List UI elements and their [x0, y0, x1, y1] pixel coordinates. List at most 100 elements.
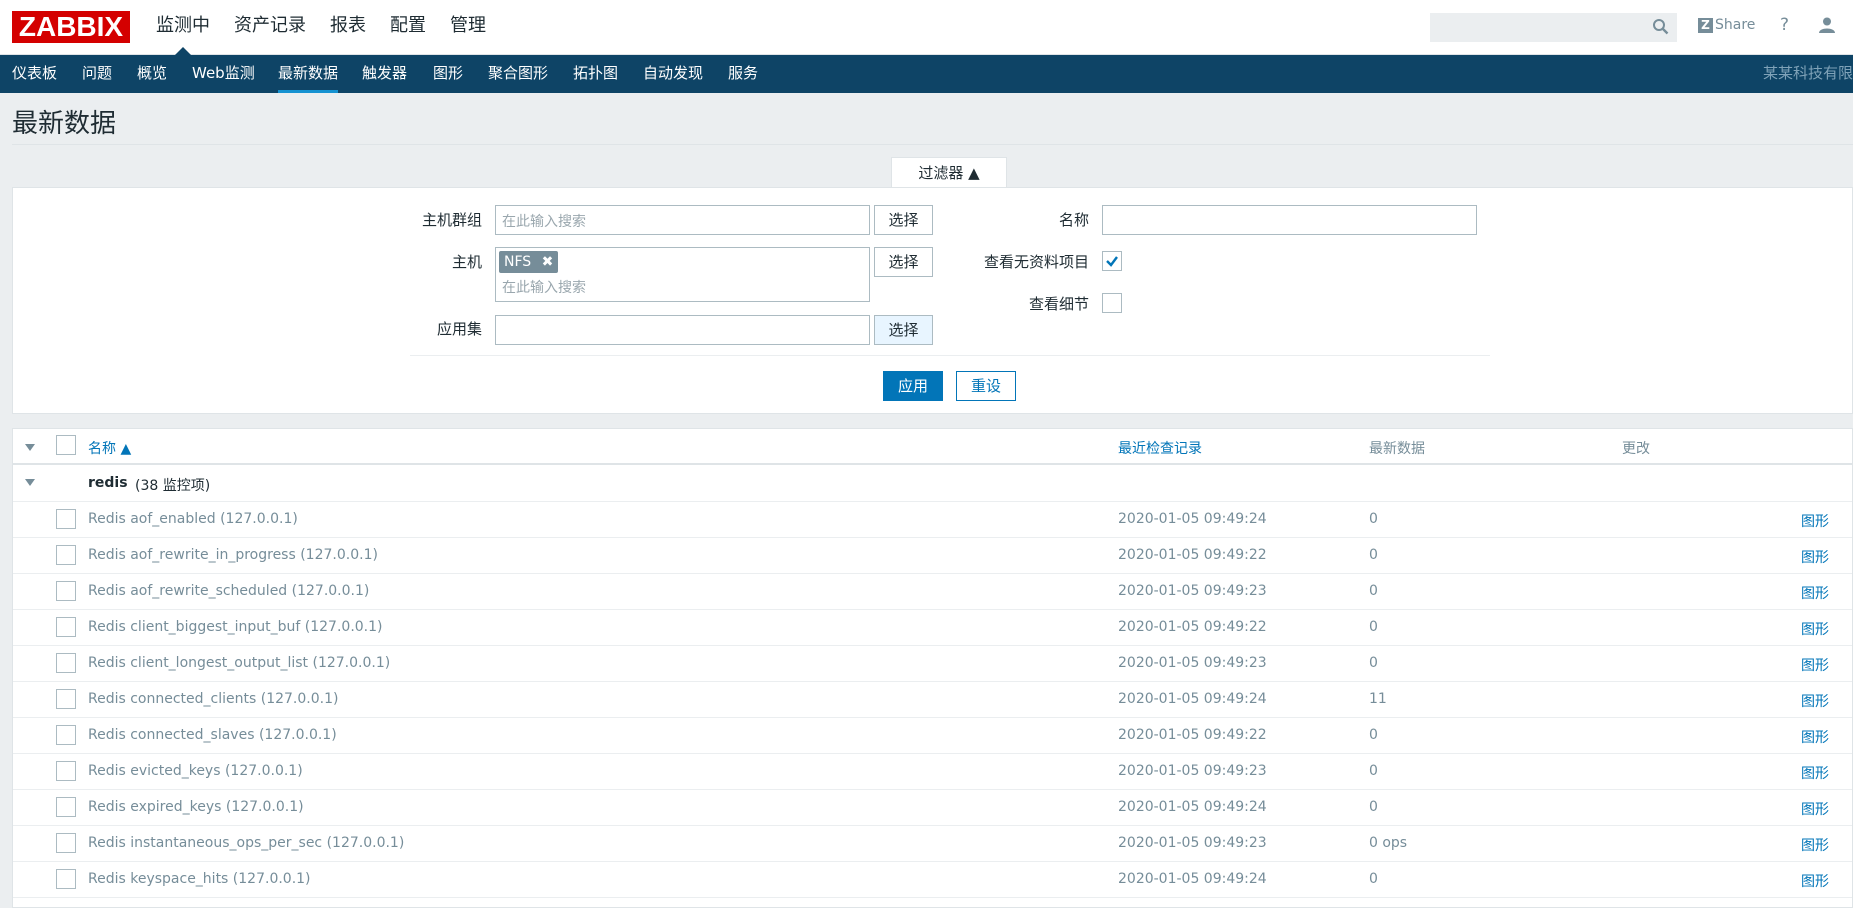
reset-button[interactable]: 重设	[956, 371, 1016, 401]
item-last-value: 0	[1369, 871, 1378, 887]
row-checkbox[interactable]	[56, 581, 76, 601]
item-last-check: 2020-01-05 09:49:24	[1118, 511, 1267, 527]
item-last-value: 0	[1369, 727, 1378, 743]
item-last-value: 0	[1369, 511, 1378, 527]
row-checkbox[interactable]	[56, 869, 76, 889]
item-graph-link[interactable]: 图形	[1801, 835, 1829, 855]
host-group-input[interactable]: 在此输入搜索	[495, 205, 870, 235]
application-input[interactable]	[495, 315, 870, 345]
main-menu-reports[interactable]: 报表	[330, 0, 366, 55]
name-input[interactable]	[1102, 205, 1477, 235]
row-checkbox[interactable]	[56, 653, 76, 673]
subnav-problems[interactable]: 问题	[82, 55, 112, 93]
host-search-placeholder[interactable]: 在此输入搜索	[499, 277, 866, 297]
apply-button[interactable]: 应用	[883, 371, 943, 401]
item-graph-link[interactable]: 图形	[1801, 691, 1829, 711]
item-last-check: 2020-01-05 09:49:22	[1118, 619, 1267, 635]
subnav-graphs[interactable]: 图形	[433, 55, 463, 93]
item-last-check: 2020-01-05 09:49:24	[1118, 691, 1267, 707]
group-name: redis	[88, 475, 128, 491]
subnav-discovery[interactable]: 自动发现	[643, 55, 703, 93]
help-icon[interactable]: ?	[1780, 15, 1789, 35]
subnav-latest-data[interactable]: 最新数据	[278, 55, 339, 93]
main-menu-monitoring[interactable]: 监测中	[156, 0, 210, 56]
row-checkbox[interactable]	[56, 761, 76, 781]
item-last-check: 2020-01-05 09:49:24	[1118, 871, 1267, 887]
subnav-overview[interactable]: 概览	[137, 55, 167, 93]
column-last-value: 最新数据	[1369, 441, 1425, 457]
row-checkbox[interactable]	[56, 509, 76, 529]
item-name: Redis connected_clients (127.0.0.1)	[88, 691, 339, 707]
item-graph-link[interactable]: 图形	[1801, 619, 1829, 639]
subnav-services[interactable]: 服务	[728, 55, 758, 93]
table-row: Redis evicted_keys (127.0.0.1) 2020-01-05…	[13, 754, 1852, 790]
item-last-check: 2020-01-05 09:49:23	[1118, 655, 1267, 671]
host-multiselect[interactable]: NFS ✖ 在此输入搜索	[495, 247, 870, 302]
subnav-triggers[interactable]: 触发器	[362, 55, 407, 93]
row-checkbox[interactable]	[56, 797, 76, 817]
item-name: Redis aof_rewrite_scheduled (127.0.0.1)	[88, 583, 370, 599]
subnav-dashboard[interactable]: 仪表板	[12, 55, 57, 93]
subnav-maps[interactable]: 拓扑图	[573, 55, 618, 93]
zabbix-logo[interactable]: ZABBIX	[12, 11, 130, 43]
subnav-screens[interactable]: 聚合图形	[488, 55, 548, 93]
item-graph-link[interactable]: 图形	[1801, 763, 1829, 783]
row-checkbox[interactable]	[56, 833, 76, 853]
item-last-value: 0	[1369, 547, 1378, 563]
item-graph-link[interactable]: 图形	[1801, 583, 1829, 603]
table-row: Redis client_longest_output_list (127.0.…	[13, 646, 1852, 682]
item-name: Redis expired_keys (127.0.0.1)	[88, 799, 304, 815]
table-row: Redis aof_enabled (127.0.0.1) 2020-01-05 …	[13, 502, 1852, 538]
company-name: 某某科技有限	[1762, 64, 1853, 82]
search-icon[interactable]	[1652, 18, 1669, 39]
item-graph-link[interactable]: 图形	[1801, 799, 1829, 819]
row-checkbox[interactable]	[56, 725, 76, 745]
group-count: (38 监控项)	[135, 478, 211, 494]
select-all-checkbox[interactable]	[56, 435, 76, 455]
item-last-value: 0	[1369, 799, 1378, 815]
collapse-group-icon[interactable]	[25, 479, 35, 486]
table-row: Redis keyspace_hits (127.0.0.1) 2020-01-0…	[13, 862, 1852, 898]
row-checkbox[interactable]	[56, 689, 76, 709]
item-graph-link[interactable]: 图形	[1801, 547, 1829, 567]
item-last-check: 2020-01-05 09:49:22	[1118, 727, 1267, 743]
show-without-data-label: 查看无资料项目	[983, 253, 1089, 271]
item-name: Redis keyspace_hits (127.0.0.1)	[88, 871, 311, 887]
global-search-input[interactable]	[1430, 13, 1677, 42]
subnav-web[interactable]: Web监测	[192, 55, 255, 93]
row-checkbox[interactable]	[56, 545, 76, 565]
item-graph-link[interactable]: 图形	[1801, 871, 1829, 891]
table-row: Redis expired_keys (127.0.0.1) 2020-01-05…	[13, 790, 1852, 826]
latest-data-table: 名称 ▲ 最近检查记录 最新数据 更改 redis (38 监控项) Redis…	[12, 428, 1853, 908]
show-without-data-checkbox[interactable]	[1102, 251, 1122, 271]
name-label: 名称	[1058, 211, 1089, 229]
group-row: redis (38 监控项)	[13, 466, 1852, 502]
item-graph-link[interactable]: 图形	[1801, 727, 1829, 747]
item-name: Redis client_longest_output_list (127.0.…	[88, 655, 391, 671]
row-checkbox[interactable]	[56, 617, 76, 637]
show-details-checkbox[interactable]	[1102, 293, 1122, 313]
table-header: 名称 ▲ 最近检查记录 最新数据 更改	[13, 429, 1852, 465]
host-group-select-button[interactable]: 选择	[874, 205, 933, 235]
column-name[interactable]: 名称 ▲	[88, 438, 131, 458]
share-link[interactable]: Z Share	[1698, 17, 1755, 33]
item-name: Redis client_biggest_input_buf (127.0.0.…	[88, 619, 383, 635]
main-menu-configuration[interactable]: 配置	[390, 0, 426, 55]
collapse-all-icon[interactable]	[25, 444, 35, 451]
item-name: Redis connected_slaves (127.0.0.1)	[88, 727, 337, 743]
user-profile-icon[interactable]	[1818, 16, 1836, 38]
remove-tag-icon[interactable]: ✖	[542, 254, 554, 270]
host-group-label: 主机群组	[421, 211, 482, 229]
application-select-button[interactable]: 选择	[874, 315, 933, 345]
item-graph-link[interactable]: 图形	[1801, 655, 1829, 675]
table-row: Redis connected_clients (127.0.0.1) 2020-…	[13, 682, 1852, 718]
host-select-button[interactable]: 选择	[874, 247, 933, 277]
item-last-check: 2020-01-05 09:49:22	[1118, 547, 1267, 563]
item-graph-link[interactable]: 图形	[1801, 511, 1829, 531]
filter-toggle-tab[interactable]: 过滤器 ▲	[891, 157, 1007, 188]
main-menu-administration[interactable]: 管理	[450, 0, 486, 55]
main-menu-inventory[interactable]: 资产记录	[234, 0, 306, 55]
zabbix-share-icon: Z	[1698, 17, 1713, 33]
column-last-check[interactable]: 最近检查记录	[1118, 438, 1202, 458]
host-tag-nfs: NFS ✖	[499, 251, 559, 273]
